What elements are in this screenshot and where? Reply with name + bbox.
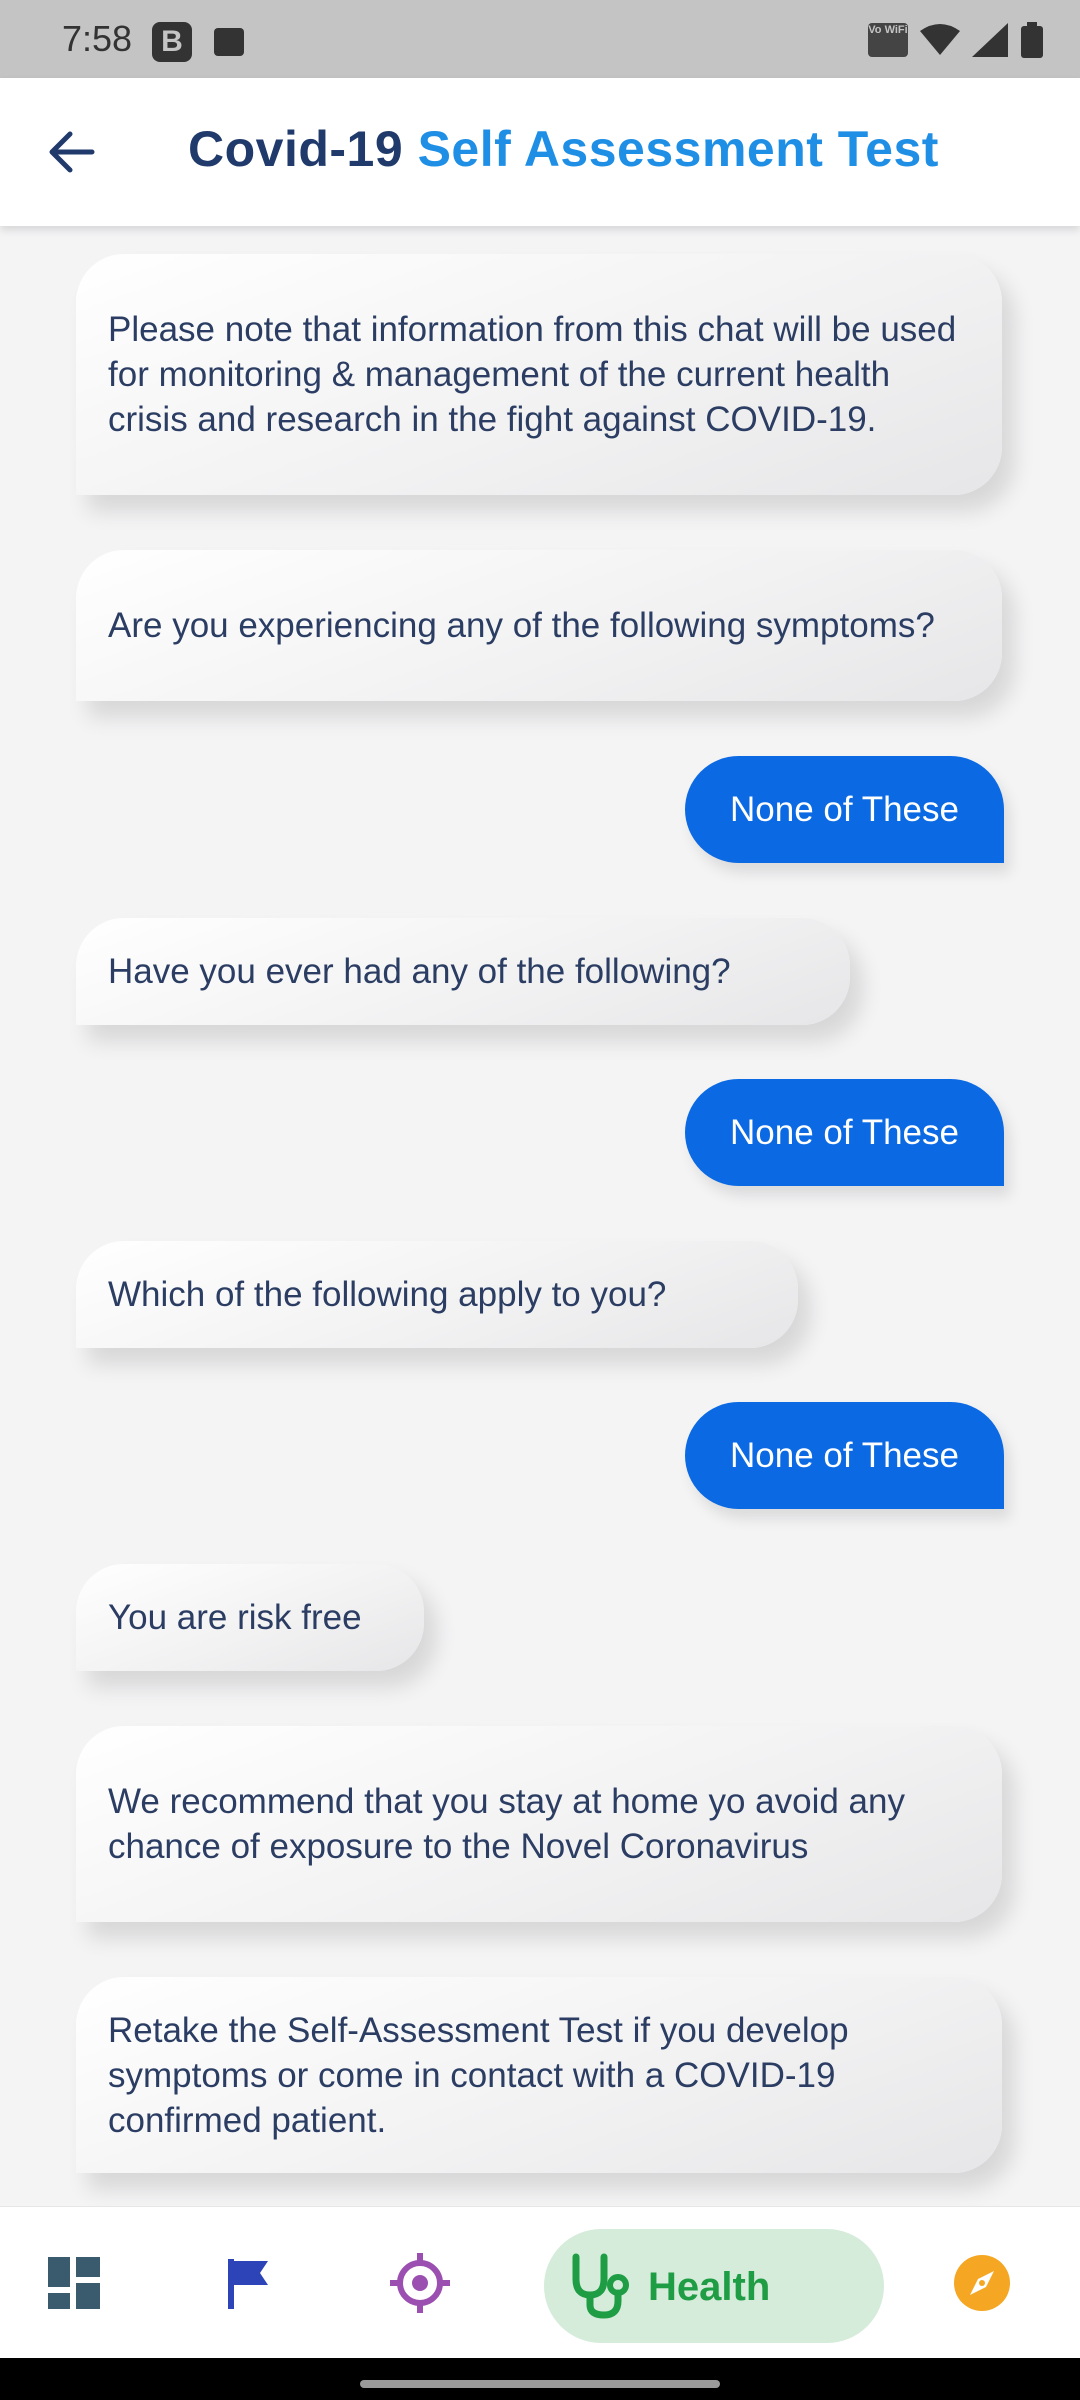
message-text: Have you ever had any of the following? — [108, 952, 731, 991]
status-time: 7:58 — [62, 18, 133, 59]
bot-message: Please note that information from this c… — [76, 254, 1002, 495]
message-text: Are you experiencing any of the followin… — [108, 606, 935, 645]
status-indicators: Vo WiFi — [868, 20, 1044, 60]
wifi-icon — [920, 24, 960, 55]
bottom-navigation: Health — [0, 2206, 1080, 2359]
battery-icon — [1021, 22, 1043, 58]
bot-message: We recommend that you stay at home yo av… — [76, 1726, 1002, 1922]
bot-message: Which of the following apply to you? — [76, 1241, 798, 1348]
message-text: None of These — [730, 1436, 959, 1475]
message-text: Which of the following apply to you? — [108, 1275, 667, 1314]
message-text: None of These — [730, 1113, 959, 1152]
user-reply: None of These — [685, 1079, 1004, 1186]
stethoscope-icon — [572, 2253, 629, 2319]
target-icon[interactable] — [388, 2251, 452, 2315]
compass-icon[interactable] — [950, 2251, 1014, 2315]
bot-message: Are you experiencing any of the followin… — [76, 550, 1002, 701]
message-text: We recommend that you stay at home yo av… — [108, 1782, 905, 1866]
cell-signal-icon — [972, 23, 1008, 57]
bot-message: Have you ever had any of the following? — [76, 918, 850, 1025]
volte-wifi-icon: Vo WiFi — [868, 23, 908, 57]
flag-icon[interactable] — [216, 2251, 280, 2315]
message-text: None of These — [730, 790, 959, 829]
b-app-notification-icon: B — [152, 22, 192, 62]
message-text: Please note that information from this c… — [108, 310, 957, 439]
page-title-self-assessment: Self Assessment Test — [417, 121, 939, 177]
user-reply: None of These — [685, 1402, 1004, 1509]
app-header: Covid-19 Self Assessment Test — [0, 78, 1080, 226]
back-arrow-icon[interactable] — [42, 122, 102, 182]
image-notification-icon — [214, 28, 244, 56]
bot-message: You are risk free — [76, 1564, 424, 1671]
message-text: Retake the Self-Assessment Test if you d… — [108, 2010, 849, 2140]
nav-item-health[interactable]: Health — [544, 2229, 884, 2343]
message-text: You are risk free — [108, 1598, 362, 1637]
status-bar: 7:58 B Vo WiFi — [0, 0, 1080, 78]
chat-thread: Please note that information from this c… — [0, 226, 1080, 2206]
system-gesture-bar — [0, 2358, 1080, 2400]
bot-message: Retake the Self-Assessment Test if you d… — [76, 1977, 1002, 2173]
home-gesture-handle[interactable] — [360, 2380, 720, 2388]
dashboard-icon[interactable] — [42, 2251, 106, 2315]
page-title-covid: Covid-19 — [188, 121, 404, 177]
page-title: Covid-19 Self Assessment Test — [188, 120, 939, 178]
nav-health-label: Health — [648, 2265, 771, 2309]
user-reply: None of These — [685, 756, 1004, 863]
